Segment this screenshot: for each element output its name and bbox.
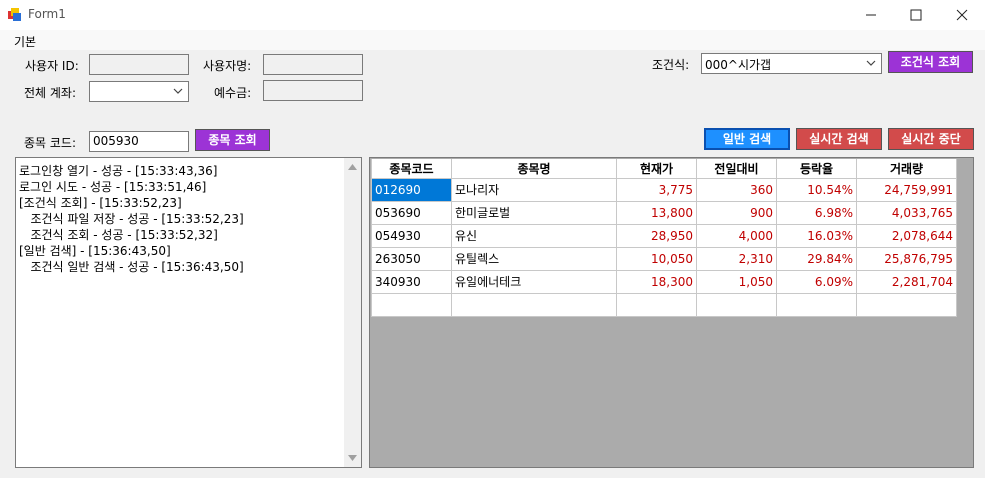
cell-price[interactable]: 18,300 — [616, 269, 697, 294]
cell-rate[interactable]: 6.09% — [776, 269, 857, 294]
user-id-label: 사용자 ID: — [25, 59, 79, 73]
realtime-stop-button[interactable]: 실시간 중단 — [888, 128, 974, 150]
cell-code[interactable]: 263050 — [371, 246, 452, 271]
cell-volume[interactable]: 2,078,644 — [856, 223, 957, 248]
column-header[interactable]: 거래량 — [856, 159, 957, 179]
cell-price[interactable]: 10,050 — [616, 246, 697, 271]
table-row[interactable]: 340930 유일에너테크 18,300 1,050 6.09% 2,281,7… — [371, 269, 957, 294]
deposit-field[interactable] — [263, 80, 363, 101]
user-name-field[interactable] — [263, 54, 363, 75]
column-header[interactable]: 종목코드 — [371, 159, 452, 179]
cell-change[interactable]: 360 — [696, 177, 777, 202]
cell-volume[interactable]: 4,033,765 — [856, 200, 957, 225]
cell-change[interactable] — [696, 292, 777, 317]
cell-name[interactable] — [451, 292, 617, 317]
stock-code-label: 종목 코드: — [24, 136, 77, 150]
cell-rate[interactable]: 10.54% — [776, 177, 857, 202]
user-name-label: 사용자명: — [203, 59, 252, 73]
cell-change[interactable]: 1,050 — [696, 269, 777, 294]
cell-name[interactable]: 유틸렉스 — [451, 246, 617, 271]
cell-rate[interactable]: 29.84% — [776, 246, 857, 271]
table-row[interactable]: 053690 한미글로벌 13,800 900 6.98% 4,033,765 — [371, 200, 957, 225]
maximize-button[interactable] — [893, 0, 939, 30]
cell-name[interactable]: 한미글로벌 — [451, 200, 617, 225]
cell-change[interactable]: 4,000 — [696, 223, 777, 248]
account-label: 전체 계좌: — [24, 86, 77, 100]
cell-code[interactable]: 012690 — [371, 177, 452, 202]
table-row[interactable]: 012690 모나리자 3,775 360 10.54% 24,759,991 — [371, 177, 957, 202]
close-button[interactable] — [939, 0, 985, 30]
log-scrollbar[interactable] — [344, 158, 361, 467]
condition-label: 조건식: — [652, 58, 690, 72]
table-row[interactable]: 054930 유신 28,950 4,000 16.03% 2,078,644 — [371, 223, 957, 248]
grid-header-row: 종목코드 종목명 현재가 전일대비 등락율 거래량 — [371, 159, 957, 179]
table-row[interactable]: 263050 유틸렉스 10,050 2,310 29.84% 25,876,7… — [371, 246, 957, 271]
column-header[interactable]: 종목명 — [451, 159, 617, 179]
minimize-icon — [866, 14, 876, 16]
stock-search-button[interactable]: 종목 조회 — [195, 129, 270, 151]
realtime-search-button[interactable]: 실시간 검색 — [796, 128, 882, 150]
minimize-button[interactable] — [848, 0, 894, 30]
result-table: 종목코드 종목명 현재가 전일대비 등락율 거래량 012690 모나리자 3,… — [371, 159, 957, 317]
normal-search-button[interactable]: 일반 검색 — [704, 128, 790, 150]
maximize-icon — [910, 9, 922, 21]
log-line: [일반 검색] - [15:36:43,50] — [19, 244, 171, 258]
cell-name[interactable]: 유신 — [451, 223, 617, 248]
menu-bar: 기본 — [0, 30, 985, 50]
deposit-label: 예수금: — [214, 86, 252, 100]
cell-name[interactable]: 모나리자 — [451, 177, 617, 202]
cell-code[interactable]: 054930 — [371, 223, 452, 248]
cell-price[interactable] — [616, 292, 697, 317]
log-line: [조건식 조회] - [15:33:52,23] — [19, 196, 182, 210]
cell-name[interactable]: 유일에너테크 — [451, 269, 617, 294]
column-header[interactable]: 전일대비 — [696, 159, 777, 179]
cell-price[interactable]: 28,950 — [616, 223, 697, 248]
table-row-new[interactable] — [371, 292, 957, 317]
column-header[interactable]: 현재가 — [616, 159, 697, 179]
cell-rate[interactable] — [776, 292, 857, 317]
condition-select-value: 000^시가갭 — [705, 58, 772, 72]
cell-rate[interactable]: 16.03% — [776, 223, 857, 248]
condition-search-button[interactable]: 조건식 조회 — [888, 51, 973, 73]
cell-code[interactable] — [371, 292, 452, 317]
log-line: 조건식 일반 검색 - 성공 - [15:36:43,50] — [19, 260, 244, 274]
window-title: Form1 — [28, 7, 66, 21]
scroll-up-icon[interactable] — [347, 163, 358, 171]
user-id-field[interactable] — [89, 54, 189, 75]
cell-change[interactable]: 2,310 — [696, 246, 777, 271]
log-line: 로그인창 열기 - 성공 - [15:33:43,36] — [19, 164, 218, 178]
cell-volume[interactable] — [856, 292, 957, 317]
condition-select[interactable]: 000^시가갭 — [701, 53, 882, 74]
account-select[interactable] — [89, 81, 189, 102]
close-icon — [956, 9, 968, 21]
log-line: 조건식 조회 - 성공 - [15:33:52,32] — [19, 228, 218, 242]
cell-rate[interactable]: 6.98% — [776, 200, 857, 225]
result-grid[interactable]: 종목코드 종목명 현재가 전일대비 등락율 거래량 012690 모나리자 3,… — [369, 157, 974, 468]
cell-code[interactable]: 340930 — [371, 269, 452, 294]
cell-price[interactable]: 13,800 — [616, 200, 697, 225]
cell-volume[interactable]: 25,876,795 — [856, 246, 957, 271]
cell-code[interactable]: 053690 — [371, 200, 452, 225]
scroll-down-icon[interactable] — [347, 454, 358, 462]
cell-volume[interactable]: 24,759,991 — [856, 177, 957, 202]
log-listbox[interactable]: 로그인창 열기 - 성공 - [15:33:43,36] 로그인 시도 - 성공… — [15, 157, 362, 468]
log-line: 조건식 파일 저장 - 성공 - [15:33:52,23] — [19, 212, 244, 226]
menu-item-basic[interactable]: 기본 — [14, 33, 36, 50]
chevron-down-icon — [866, 60, 876, 66]
stock-code-input[interactable]: 005930 — [89, 131, 189, 152]
app-icon — [8, 8, 21, 21]
cell-volume[interactable]: 2,281,704 — [856, 269, 957, 294]
cell-price[interactable]: 3,775 — [616, 177, 697, 202]
log-line: 로그인 시도 - 성공 - [15:33:51,46] — [19, 180, 207, 194]
title-bar: Form1 — [0, 0, 985, 30]
column-header[interactable]: 등락율 — [776, 159, 857, 179]
cell-change[interactable]: 900 — [696, 200, 777, 225]
chevron-down-icon — [173, 88, 183, 94]
